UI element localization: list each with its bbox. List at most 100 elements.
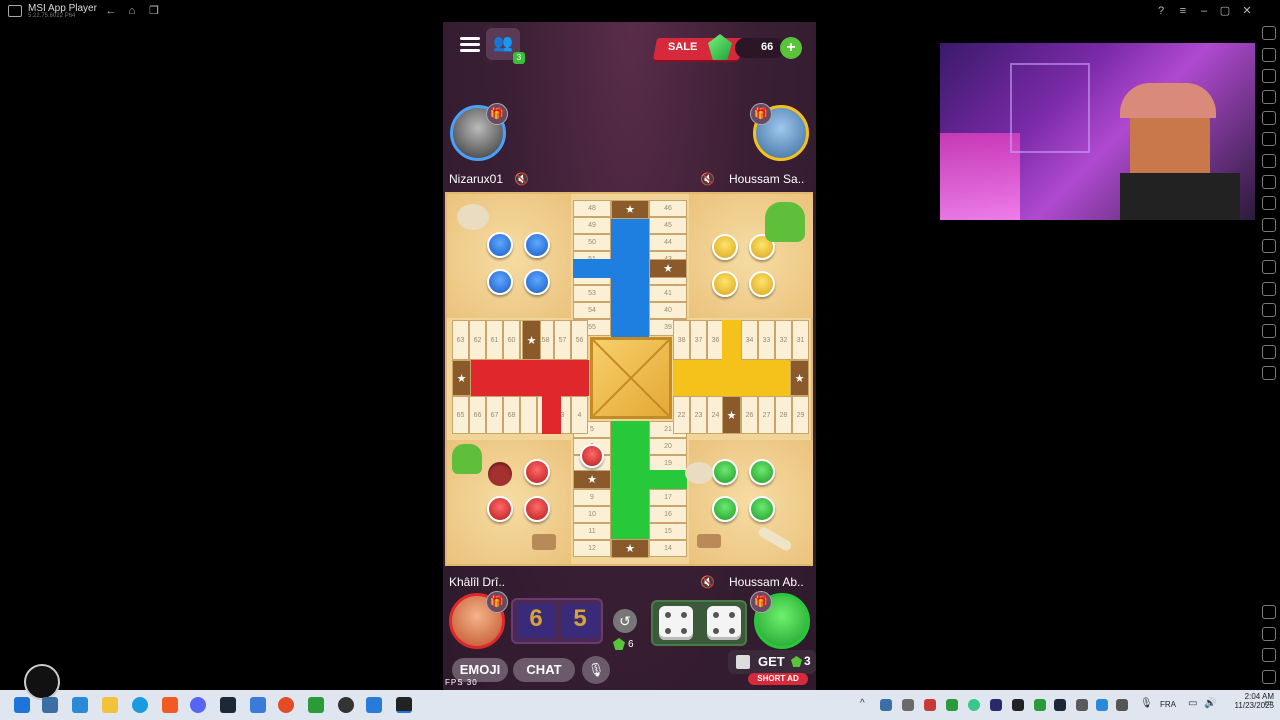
tray-icon[interactable] <box>1034 699 1046 711</box>
yellow-token[interactable] <box>712 234 738 260</box>
layers-icon[interactable] <box>1262 345 1276 359</box>
terminal-icon[interactable] <box>308 697 324 713</box>
green-token[interactable] <box>749 496 775 522</box>
red-token[interactable] <box>524 496 550 522</box>
gem-counter <box>735 38 785 58</box>
settings-sync-icon[interactable] <box>1262 366 1276 380</box>
gift-icon[interactable]: 🎁 <box>750 591 772 613</box>
get-gems-button[interactable]: GET 3 <box>728 650 816 674</box>
tray-icon[interactable] <box>1076 699 1088 711</box>
board-cell: 45 <box>649 217 687 234</box>
die[interactable] <box>659 606 693 640</box>
capture-icon[interactable] <box>1262 218 1276 232</box>
chrome-icon[interactable] <box>278 697 294 713</box>
record-icon[interactable] <box>1262 175 1276 189</box>
steam-icon[interactable] <box>220 697 236 713</box>
fullscreen-icon[interactable] <box>1262 26 1276 40</box>
red-entry <box>542 396 561 434</box>
nav-home-icon[interactable] <box>1262 648 1276 662</box>
macro-icon[interactable] <box>1262 154 1276 168</box>
red-token[interactable] <box>487 496 513 522</box>
gift-icon[interactable]: 🎁 <box>486 591 508 613</box>
gift-icon[interactable]: 🎁 <box>486 103 508 125</box>
green-token[interactable] <box>749 459 775 485</box>
tray-icon[interactable] <box>1116 699 1128 711</box>
edge-icon[interactable] <box>132 697 148 713</box>
board-cell: 34 <box>741 320 758 360</box>
blue-token[interactable] <box>487 269 513 295</box>
tray-icon[interactable] <box>1096 699 1108 711</box>
tray-icon[interactable] <box>946 699 958 711</box>
tray-icon[interactable] <box>990 699 1002 711</box>
language-indicator[interactable]: FRA <box>1160 700 1176 709</box>
windows-start-icon[interactable] <box>14 697 30 713</box>
restore-icon[interactable]: ▢ <box>1218 4 1232 18</box>
tray-icon[interactable] <box>1012 699 1024 711</box>
gift-icon[interactable]: 🎁 <box>750 103 772 125</box>
player-name-bottom-left: Khâlîl Drî.. <box>449 575 506 589</box>
sync-icon[interactable] <box>1262 132 1276 146</box>
microphone-tray-icon[interactable]: 🎙 <box>1140 698 1153 709</box>
network-icon[interactable]: ▭ <box>1188 698 1197 709</box>
tray-icon[interactable] <box>902 699 914 711</box>
sale-label[interactable]: SALE <box>668 41 697 53</box>
mute-icon[interactable]: 🔇 <box>700 172 715 186</box>
close-icon[interactable]: ✕ <box>1240 4 1254 18</box>
notification-icon[interactable]: ▭ <box>1264 698 1273 709</box>
add-gems-button[interactable]: + <box>780 37 802 59</box>
file-explorer-icon[interactable] <box>102 697 118 713</box>
keyboard-icon[interactable] <box>1262 69 1276 83</box>
multi-window-icon[interactable]: ❐ <box>147 4 161 18</box>
widgets-icon[interactable] <box>42 697 58 713</box>
home-icon[interactable]: ⌂ <box>125 4 139 18</box>
speaker-icon[interactable]: 🔊 <box>1204 698 1216 709</box>
msi-app-player-taskbar-icon[interactable] <box>396 697 412 713</box>
nav-back-icon[interactable] <box>1262 627 1276 641</box>
yellow-token[interactable] <box>749 271 775 297</box>
yellow-home-lane <box>673 360 791 396</box>
yellow-token[interactable] <box>712 271 738 297</box>
undo-icon[interactable]: ↺ <box>613 609 637 633</box>
tray-icon[interactable] <box>968 699 980 711</box>
photos-icon[interactable] <box>366 697 382 713</box>
gamepad-icon[interactable] <box>1262 90 1276 104</box>
location-icon[interactable] <box>1262 324 1276 338</box>
screenshot-icon[interactable] <box>1262 196 1276 210</box>
green-token[interactable] <box>712 496 738 522</box>
install-apk-icon[interactable] <box>1262 260 1276 274</box>
teams-icon[interactable] <box>72 697 88 713</box>
folder-icon[interactable] <box>1262 239 1276 253</box>
nav-recent-icon[interactable] <box>1262 670 1276 684</box>
mute-icon[interactable]: 🔇 <box>514 172 529 186</box>
blue-token[interactable] <box>524 269 550 295</box>
red-token[interactable] <box>524 459 550 485</box>
tray-icon[interactable] <box>924 699 936 711</box>
notepad-icon[interactable] <box>250 697 266 713</box>
red-token-on-board[interactable] <box>580 444 604 468</box>
chat-button[interactable]: CHAT <box>513 658 575 682</box>
board-cell: 10 <box>573 506 611 523</box>
rotate-icon[interactable] <box>1262 111 1276 125</box>
tray-icon[interactable] <box>880 699 892 711</box>
settings-icon[interactable] <box>1262 605 1276 619</box>
volume-icon[interactable] <box>1262 48 1276 62</box>
mute-icon[interactable]: 🔇 <box>700 575 715 589</box>
help-icon[interactable]: ? <box>1154 4 1168 18</box>
cam-chair <box>1120 173 1240 220</box>
tray-icon[interactable] <box>1054 699 1066 711</box>
brave-icon[interactable] <box>162 697 178 713</box>
blue-token[interactable] <box>487 232 513 258</box>
tray-overflow-icon[interactable]: ^ <box>860 698 865 709</box>
multi-instance-icon[interactable] <box>1262 282 1276 296</box>
obs-icon[interactable] <box>338 697 354 713</box>
minimize-icon[interactable]: – <box>1197 4 1211 18</box>
menu-icon[interactable]: ≡ <box>1176 4 1190 18</box>
discord-icon[interactable] <box>190 697 206 713</box>
blue-token[interactable] <box>524 232 550 258</box>
green-token[interactable] <box>712 459 738 485</box>
board-cell: 4 <box>571 396 588 434</box>
eco-icon[interactable] <box>1262 303 1276 317</box>
back-icon[interactable]: ← <box>104 4 118 18</box>
microphone-icon[interactable]: 🎙 <box>582 656 610 684</box>
die[interactable] <box>707 606 741 640</box>
